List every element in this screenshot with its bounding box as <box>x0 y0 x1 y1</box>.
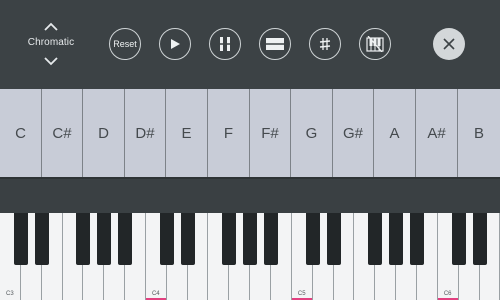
scale-label: Chromatic <box>27 37 75 48</box>
note-key-d[interactable]: D <box>83 89 125 177</box>
piano-keyboard: C3 C4 C5 C6 <box>0 213 500 300</box>
pause-icon <box>218 37 232 51</box>
black-key-c-sharp[interactable] <box>13 213 28 265</box>
note-label: C# <box>52 124 72 142</box>
toolbar: Chromatic Reset <box>0 0 500 89</box>
octave-label: C4 <box>151 291 160 297</box>
piano-app: Chromatic Reset C C# D D# E F F# G G# A … <box>0 0 500 300</box>
reset-label: Reset <box>113 39 137 49</box>
black-key-c-sharp[interactable] <box>451 213 466 265</box>
close-icon <box>443 38 455 50</box>
close-button[interactable] <box>433 28 465 60</box>
octave-label: C5 <box>297 291 306 297</box>
black-key-g-sharp[interactable] <box>243 213 258 265</box>
black-key-a-sharp[interactable] <box>410 213 424 265</box>
note-label: F <box>223 124 234 142</box>
chevron-up-icon[interactable] <box>43 22 59 32</box>
note-key-d-sharp[interactable]: D# <box>125 89 166 177</box>
note-key-c[interactable]: C <box>0 89 42 177</box>
note-key-a-sharp[interactable]: A# <box>416 89 458 177</box>
black-key-d-sharp[interactable] <box>326 213 341 265</box>
note-buttons-row: C C# D D# E F F# G G# A A# B <box>0 89 500 177</box>
black-key-a-sharp[interactable] <box>118 213 133 265</box>
black-key-g-sharp[interactable] <box>97 213 112 265</box>
note-key-g[interactable]: G <box>291 89 333 177</box>
black-key-c-sharp[interactable] <box>305 213 320 265</box>
reset-button[interactable]: Reset <box>109 28 141 60</box>
octave-label: C3 <box>6 291 14 297</box>
note-label: E <box>181 124 192 142</box>
scale-selector[interactable]: Chromatic <box>22 20 80 68</box>
note-key-b[interactable]: B <box>458 89 500 177</box>
octave-label: C6 <box>443 291 452 297</box>
pause-button[interactable] <box>209 28 241 60</box>
play-icon <box>171 39 180 49</box>
divider-bar <box>0 177 500 213</box>
note-key-f-sharp[interactable]: F# <box>250 89 291 177</box>
black-key-d-sharp[interactable] <box>180 213 195 265</box>
black-key-d-sharp[interactable] <box>472 213 487 265</box>
black-key-a-sharp[interactable] <box>264 213 279 265</box>
note-label: A <box>389 124 400 142</box>
chevron-down-icon[interactable] <box>43 56 59 66</box>
black-key-f-sharp[interactable] <box>222 213 237 265</box>
note-label: G# <box>342 124 363 142</box>
note-label: D# <box>135 124 155 142</box>
keys-button[interactable] <box>359 28 391 60</box>
sharp-icon <box>319 38 331 50</box>
note-key-c-sharp[interactable]: C# <box>42 89 83 177</box>
note-key-g-sharp[interactable]: G# <box>333 89 374 177</box>
note-label: D <box>98 124 109 142</box>
fullsize-icon <box>266 38 284 50</box>
black-key-d-sharp[interactable] <box>34 213 49 265</box>
note-label: A# <box>427 124 446 142</box>
sharp-button[interactable] <box>309 28 341 60</box>
note-key-a[interactable]: A <box>374 89 416 177</box>
black-key-c-sharp[interactable] <box>159 213 174 265</box>
note-key-f[interactable]: F <box>208 89 250 177</box>
note-label: F# <box>261 124 279 142</box>
note-label: C <box>15 124 26 142</box>
black-key-f-sharp[interactable] <box>368 213 383 265</box>
black-key-f-sharp[interactable] <box>76 213 91 265</box>
fullsize-button[interactable] <box>259 28 291 60</box>
note-key-e[interactable]: E <box>166 89 208 177</box>
piano-keys-icon <box>366 36 384 52</box>
black-key-g-sharp[interactable] <box>389 213 404 265</box>
note-label: B <box>473 124 484 142</box>
play-button[interactable] <box>159 28 191 60</box>
note-label: G <box>305 124 318 142</box>
